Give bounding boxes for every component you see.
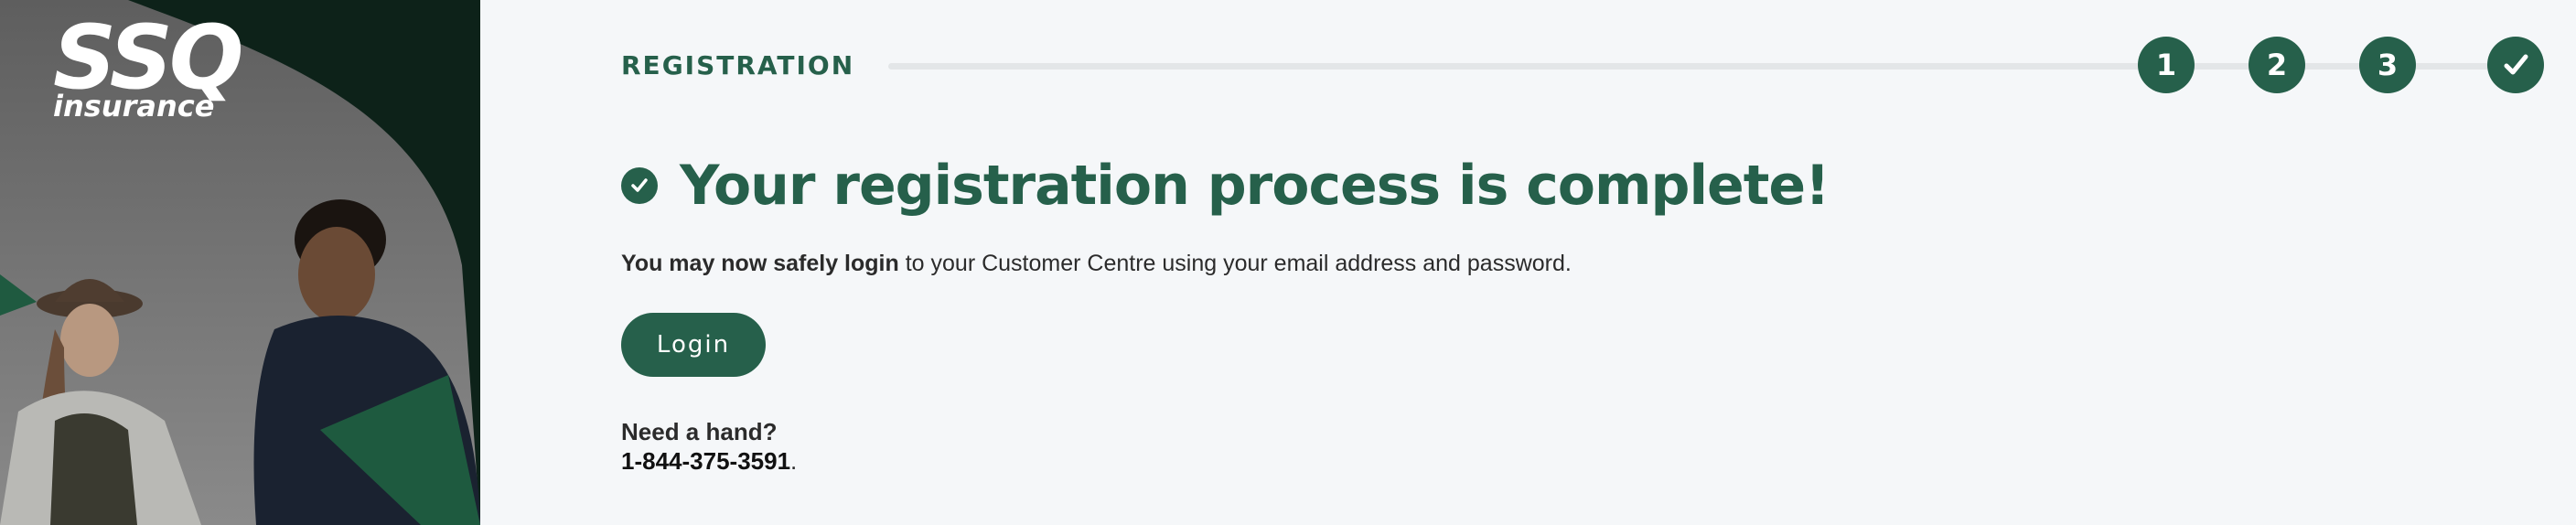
logo-subtitle: insurance xyxy=(53,89,215,123)
ssq-logo: SSQ insurance xyxy=(53,6,245,123)
login-button[interactable]: Login xyxy=(621,313,766,377)
step-2-indicator: 2 xyxy=(2249,37,2305,93)
check-circle-icon xyxy=(621,167,658,204)
stepper-title: REGISTRATION xyxy=(621,50,855,80)
hero-photo-panel: SSQ insurance xyxy=(0,0,480,525)
confirmation-message: You may now safely login to your Custome… xyxy=(621,249,1572,278)
logo-mark: SSQ xyxy=(53,6,243,109)
main-content: REGISTRATION 1 2 3 Your registration pro… xyxy=(480,0,2576,525)
phone-suffix: . xyxy=(790,447,798,475)
checkmark-icon xyxy=(2504,54,2528,75)
confirmation-headline: Your registration process is complete! xyxy=(621,154,1830,218)
phone-link[interactable]: 1-844-375-3591 xyxy=(621,447,790,475)
step-1-indicator: 1 xyxy=(2138,37,2195,93)
step-3-indicator: 3 xyxy=(2359,37,2416,93)
message-emphasis: You may now safely login xyxy=(621,251,899,276)
message-body: to your Customer Centre using your email… xyxy=(898,251,1572,276)
registration-stepper: REGISTRATION 1 2 3 xyxy=(621,37,2544,95)
help-phone-line: 1-844-375-3591. xyxy=(621,446,797,476)
step-complete-indicator xyxy=(2487,37,2544,93)
page-title: Your registration process is complete! xyxy=(680,154,1830,218)
help-heading: Need a hand? xyxy=(621,418,778,445)
